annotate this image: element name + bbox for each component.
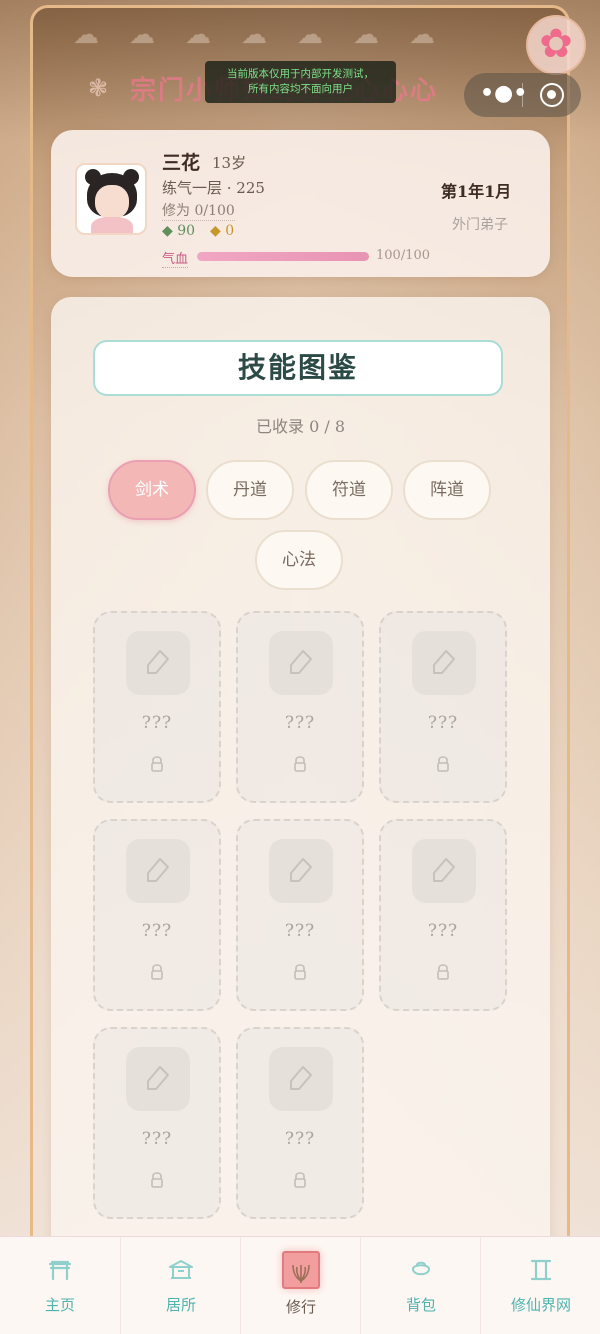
skill-placeholder-icon (126, 1047, 190, 1111)
skill-placeholder-icon (126, 631, 190, 695)
hp-value: 100/100 (376, 248, 431, 263)
lock-icon (151, 964, 163, 980)
nav-label: 居所 (165, 1296, 196, 1314)
collection-count: 已收录 0 / 8 (255, 417, 345, 436)
locked-skill-card[interactable]: ??? (236, 819, 364, 1011)
hp-bar-fill (197, 252, 369, 261)
lock-icon (151, 756, 163, 772)
scroll-icon (530, 1259, 552, 1281)
locked-skill-card[interactable]: ??? (379, 819, 507, 1011)
locked-skill-card[interactable]: ??? (93, 1027, 221, 1219)
nav-item-home[interactable]: 主页 (0, 1237, 120, 1334)
locked-skill-card[interactable]: ??? (236, 1027, 364, 1219)
game-date: 第1年1月 (441, 182, 512, 201)
more-dots-icon[interactable]: •●• (480, 83, 527, 105)
skill-placeholder-icon (126, 839, 190, 903)
skill-name: ??? (284, 1129, 316, 1149)
locked-skill-card[interactable]: ??? (93, 819, 221, 1011)
toast-line: 当前版本仅用于内部开发测试， (227, 68, 374, 80)
disciple-rank: 外门弟子 (452, 217, 508, 233)
nav-label: 背包 (405, 1296, 436, 1314)
nav-item-cultivation-world-net[interactable]: 修仙界网 (480, 1237, 600, 1334)
skill-name: ??? (141, 1129, 173, 1149)
gate-icon (48, 1260, 72, 1281)
skill-name: ??? (427, 713, 459, 733)
house-icon (169, 1260, 193, 1279)
green-diamond-icon: ◆ (162, 223, 173, 239)
nav-item-residence[interactable]: 居所 (120, 1237, 241, 1334)
skill-placeholder-icon (269, 631, 333, 695)
skill-placeholder-icon (269, 1047, 333, 1111)
skill-placeholder-icon (412, 839, 476, 903)
avatar[interactable] (75, 163, 147, 235)
skill-name: ??? (284, 713, 316, 733)
tab-sword[interactable]: 剑术 (108, 460, 196, 520)
gold-count: ◆ 0 (210, 223, 235, 239)
tab-talisman[interactable]: 符道 (305, 460, 393, 520)
lock-icon (294, 756, 306, 772)
player-age: 13岁 (212, 154, 247, 172)
locked-skill-card[interactable]: ??? (93, 611, 221, 803)
nav-label: 主页 (44, 1296, 75, 1314)
lock-icon (437, 964, 449, 980)
capsule-divider (522, 83, 523, 107)
tab-formation[interactable]: 阵道 (403, 460, 491, 520)
close-miniprogram-icon[interactable] (540, 83, 564, 107)
profile-card: 三花 13岁 练气一层 · 225 修为 0/100 ◆ 90 ◆ 0 气血 1… (51, 130, 550, 277)
toast-line: 所有内容均不面向用户 (248, 83, 353, 95)
lotus-icon (282, 1251, 320, 1289)
skill-codex-panel: 技能图鉴 已收录 0 / 8 剑术 丹道 符道 阵道 心法 ??????????… (51, 297, 550, 1257)
hp-bar (197, 252, 369, 261)
sakura-menu-button[interactable]: ✿ (526, 15, 586, 75)
lock-icon (294, 1172, 306, 1188)
nav-item-bag[interactable]: 背包 (360, 1237, 481, 1334)
tab-alchemy[interactable]: 丹道 (206, 460, 294, 520)
skill-name: ??? (284, 921, 316, 941)
cultivation-progress[interactable]: 修为 0/100 (162, 200, 235, 221)
nav-label: 修仙界网 (510, 1296, 571, 1314)
bag-icon (411, 1261, 431, 1276)
skill-name: ??? (141, 713, 173, 733)
hp-label: 气血 (162, 248, 189, 268)
lock-icon (294, 964, 306, 980)
lock-icon (437, 756, 449, 772)
skill-placeholder-icon (269, 839, 333, 903)
miniprogram-capsule: •●• (464, 73, 581, 117)
realm-level: 练气一层 · 225 (162, 179, 265, 197)
nav-item-cultivate[interactable]: 修行 (240, 1237, 361, 1334)
cloud-decoration: ☁☁☁☁☁☁☁ (73, 20, 465, 50)
tab-mind-method[interactable]: 心法 (255, 530, 343, 590)
nav-label: 修行 (285, 1298, 316, 1316)
skill-name: ??? (141, 921, 173, 941)
dev-notice-toast: 当前版本仅用于内部开发测试， 所有内容均不面向用户 (205, 61, 396, 103)
player-name: 三花 (162, 152, 201, 174)
locked-skill-card[interactable]: ??? (236, 611, 364, 803)
spirit-stone-count: ◆ 90 (162, 223, 196, 239)
skill-name: ??? (427, 921, 459, 941)
lock-icon (151, 1172, 163, 1188)
gold-diamond-icon: ◆ (210, 223, 221, 239)
panel-title: 技能图鉴 (93, 340, 503, 396)
skill-placeholder-icon (412, 631, 476, 695)
locked-skill-card[interactable]: ??? (379, 611, 507, 803)
bottom-nav: 主页 居所 修行 背包 修仙界网 (0, 1236, 600, 1334)
flower-ornament-icon: ❃ (88, 74, 109, 102)
